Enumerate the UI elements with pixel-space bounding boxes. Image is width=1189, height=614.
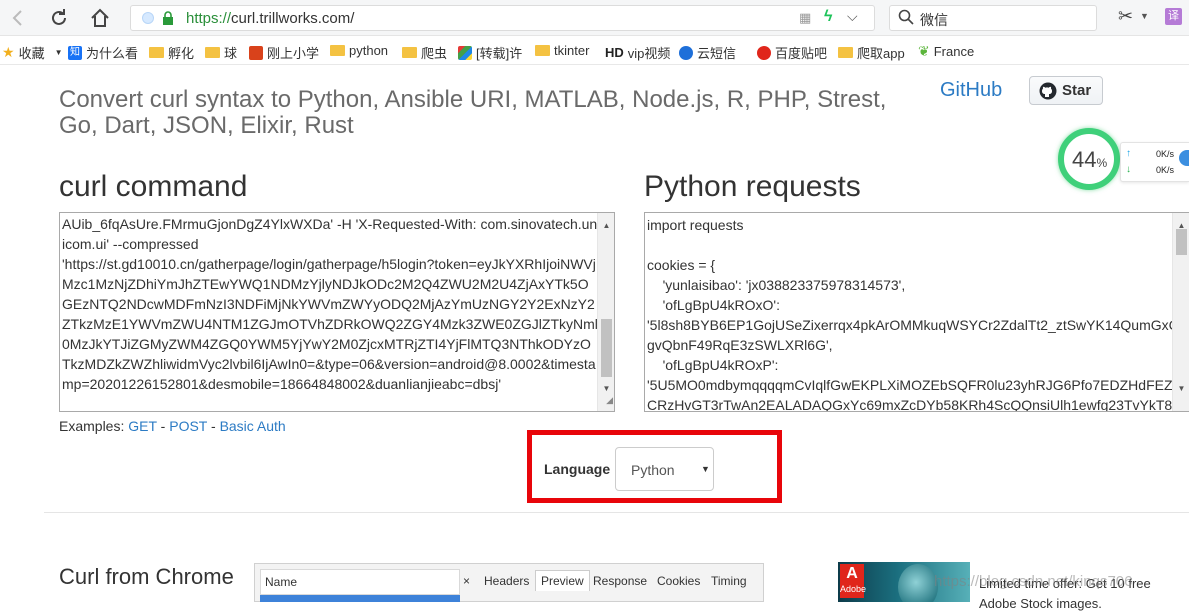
chevron-down-icon[interactable]: ▼ (1140, 11, 1149, 21)
bookmark-item[interactable]: tkinter (535, 43, 589, 58)
folder-icon (149, 47, 164, 58)
scroll-down-icon[interactable]: ▼ (1173, 379, 1189, 399)
github-icon (1039, 82, 1057, 100)
bookmark-item[interactable]: HD vip视频 (605, 43, 670, 62)
adobe-logo-icon: A Adobe (840, 564, 866, 598)
resize-handle-icon[interactable]: ◢ (606, 390, 613, 410)
site-icon (679, 45, 693, 60)
bookmarks-bar: ★ 收藏 ▼ 知 为什么看 孵化 球 刚上小学 python 爬虫 [转载]许 … (0, 37, 1189, 65)
scissors-icon[interactable]: ✂ (1118, 6, 1133, 27)
bookmark-item[interactable]: 爬取app (838, 43, 905, 62)
curl-heading: curl command (59, 170, 248, 203)
python-output-textarea[interactable]: import requests cookies = { 'yunlaisibao… (644, 212, 1189, 412)
devtools-tab-cookies: Cookies (657, 574, 701, 588)
bookmark-favorites[interactable]: ★ 收藏 ▼ (2, 43, 63, 62)
ad-portrait (898, 564, 938, 602)
devtools-screenshot: Name × Headers Preview Response Cookies … (254, 563, 764, 602)
shield-icon (142, 12, 154, 24)
devtools-tab-headers: Headers (484, 574, 530, 588)
lock-icon[interactable] (161, 10, 175, 26)
url-text[interactable]: https://curl.trillworks.com/ (186, 10, 354, 27)
home-icon[interactable] (88, 6, 112, 30)
github-star-button[interactable]: Star (1029, 76, 1103, 105)
bookmark-item[interactable]: ❦ France (918, 43, 974, 60)
scroll-up-icon[interactable]: ▲ (598, 216, 614, 236)
curl-from-chrome-heading: Curl from Chrome (59, 564, 234, 589)
python-scrollbar[interactable]: ▲ ▼ (1172, 213, 1189, 411)
divider (44, 512, 1189, 513)
site-icon (458, 45, 472, 60)
watermark: https://blog.csdn.net/kinqs706 (934, 573, 1133, 590)
chevron-down-icon[interactable]: ⌵ (847, 8, 858, 25)
bookmark-item[interactable]: 知 为什么看 (68, 43, 138, 62)
browser-toolbar: https://curl.trillworks.com/ ▦ ϟ ⌵ 微信 ✂ … (0, 0, 1189, 36)
address-bar[interactable]: https://curl.trillworks.com/ ▦ ϟ ⌵ (130, 5, 875, 31)
scroll-thumb[interactable] (601, 319, 612, 377)
curl-command-text[interactable]: AUib_6fqAsUre.FMrmuGjonDgZ4YlxWXDa' -H '… (62, 214, 598, 394)
scroll-thumb[interactable] (1176, 229, 1187, 255)
bookmark-item[interactable]: [转载]许 (458, 43, 522, 62)
bookmark-item[interactable]: 云短信 (679, 43, 736, 62)
bookmark-item[interactable]: 百度贴吧 (757, 43, 827, 62)
devtools-name-column: Name (260, 569, 460, 595)
leaf-icon: ❦ (918, 43, 930, 59)
speed-toggle-icon[interactable] (1179, 150, 1189, 166)
python-output-text[interactable]: import requests cookies = { 'yunlaisibao… (647, 215, 1182, 411)
devtools-tab-preview: Preview (535, 570, 590, 591)
python-heading: Python requests (644, 170, 861, 203)
search-box[interactable]: 微信 (889, 5, 1097, 31)
bookmark-item[interactable]: python (330, 43, 388, 58)
example-post-link[interactable]: POST (169, 418, 207, 434)
page-title: Convert curl syntax to Python, Ansible U… (59, 86, 887, 139)
arrow-down-icon: ↓ (1126, 164, 1131, 175)
grid-icon[interactable]: ▦ (799, 10, 811, 26)
language-select[interactable]: Python ▼ (615, 447, 714, 491)
speed-panel: ↑ 0K/s ↓ 0K/s (1120, 142, 1189, 182)
lightning-icon[interactable]: ϟ (824, 8, 832, 26)
close-icon: × (463, 574, 471, 588)
curl-command-textarea[interactable]: AUib_6fqAsUre.FMrmuGjonDgZ4YlxWXDa' -H '… (59, 212, 615, 412)
folder-icon (402, 47, 417, 58)
folder-icon (330, 45, 345, 56)
bookmark-item[interactable]: 孵化 (149, 43, 194, 62)
translate-icon[interactable]: 译 (1165, 8, 1182, 25)
hd-icon: HD (605, 45, 624, 60)
star-icon: ★ (2, 44, 15, 60)
search-icon (898, 9, 914, 25)
back-icon[interactable] (6, 6, 30, 30)
example-get-link[interactable]: GET (128, 418, 157, 434)
reload-icon[interactable] (47, 6, 71, 30)
caret-down-icon: ▼ (701, 464, 710, 474)
bookmark-item[interactable]: 刚上小学 (249, 43, 319, 62)
site-icon (757, 45, 771, 60)
chevron-down-icon: ▼ (54, 48, 63, 57)
site-icon (249, 45, 263, 60)
example-basic-auth-link[interactable]: Basic Auth (220, 418, 286, 434)
search-input[interactable]: 微信 (920, 10, 948, 30)
examples-row: Examples: GET - POST - Basic Auth (59, 418, 286, 434)
language-label: Language (544, 461, 611, 477)
github-link[interactable]: GitHub (940, 79, 1002, 102)
curl-scrollbar[interactable]: ▲ ▼ (597, 213, 614, 411)
folder-icon (205, 47, 220, 58)
folder-icon (535, 45, 550, 56)
devtools-tab-timing: Timing (711, 574, 747, 588)
network-speed-widget[interactable]: 44% ↑ 0K/s ↓ 0K/s (1058, 128, 1189, 194)
bookmark-item[interactable]: 球 (205, 43, 237, 62)
memory-percent: 44% (1072, 147, 1108, 172)
selected-row (260, 595, 460, 602)
arrow-up-icon: ↑ (1126, 148, 1131, 159)
devtools-tab-response: Response (593, 574, 648, 588)
bookmark-item[interactable]: 爬虫 (402, 43, 447, 62)
advertisement[interactable]: A Adobe Limited time offer: Get 10 free A… (838, 562, 1189, 611)
folder-icon (838, 47, 853, 58)
zhihu-icon: 知 (68, 45, 82, 60)
